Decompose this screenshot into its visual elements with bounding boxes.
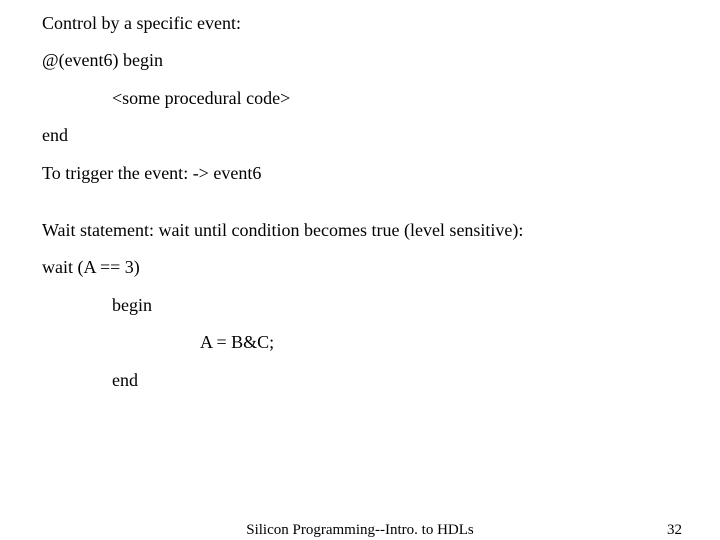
text-line: wait (A == 3) (42, 256, 720, 279)
text-line: @(event6) begin (42, 49, 720, 72)
text-line: end (42, 369, 720, 392)
text-line: begin (42, 294, 720, 317)
footer-title: Silicon Programming--Intro. to HDLs (246, 522, 473, 539)
text-line: Wait statement: wait until condition bec… (42, 219, 720, 242)
slide-content: Control by a specific event: @(event6) b… (0, 0, 720, 392)
page-number: 32 (667, 522, 682, 539)
text-line: A = B&C; (42, 331, 720, 354)
text-line: end (42, 124, 720, 147)
text-line: Control by a specific event: (42, 12, 720, 35)
text-line: To trigger the event: -> event6 (42, 162, 720, 185)
text-line: <some procedural code> (42, 87, 720, 110)
